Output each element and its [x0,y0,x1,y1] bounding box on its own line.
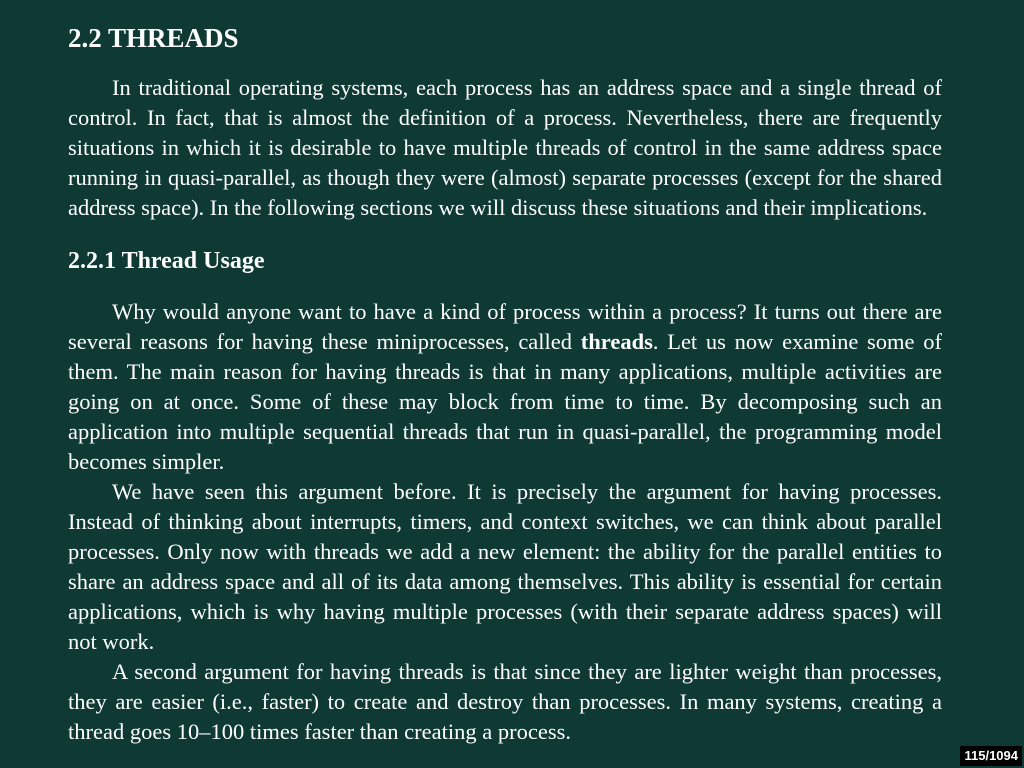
threads-term: threads [580,329,653,354]
document-page: 2.2 THREADS In traditional operating sys… [68,18,942,747]
page-indicator: 115/1094 [960,746,1022,766]
thread-usage-paragraph-3: A second argument for having threads is … [68,659,942,744]
subsection-heading: 2.2.1 Thread Usage [68,248,265,274]
thread-usage-paragraph-2: We have seen this argument before. It is… [68,479,942,654]
thread-usage-paragraph-1: Why would anyone want to have a kind of … [68,297,942,477]
section-heading: 2.2 THREADS [68,23,239,53]
intro-paragraph: In traditional operating systems, each p… [68,75,942,220]
